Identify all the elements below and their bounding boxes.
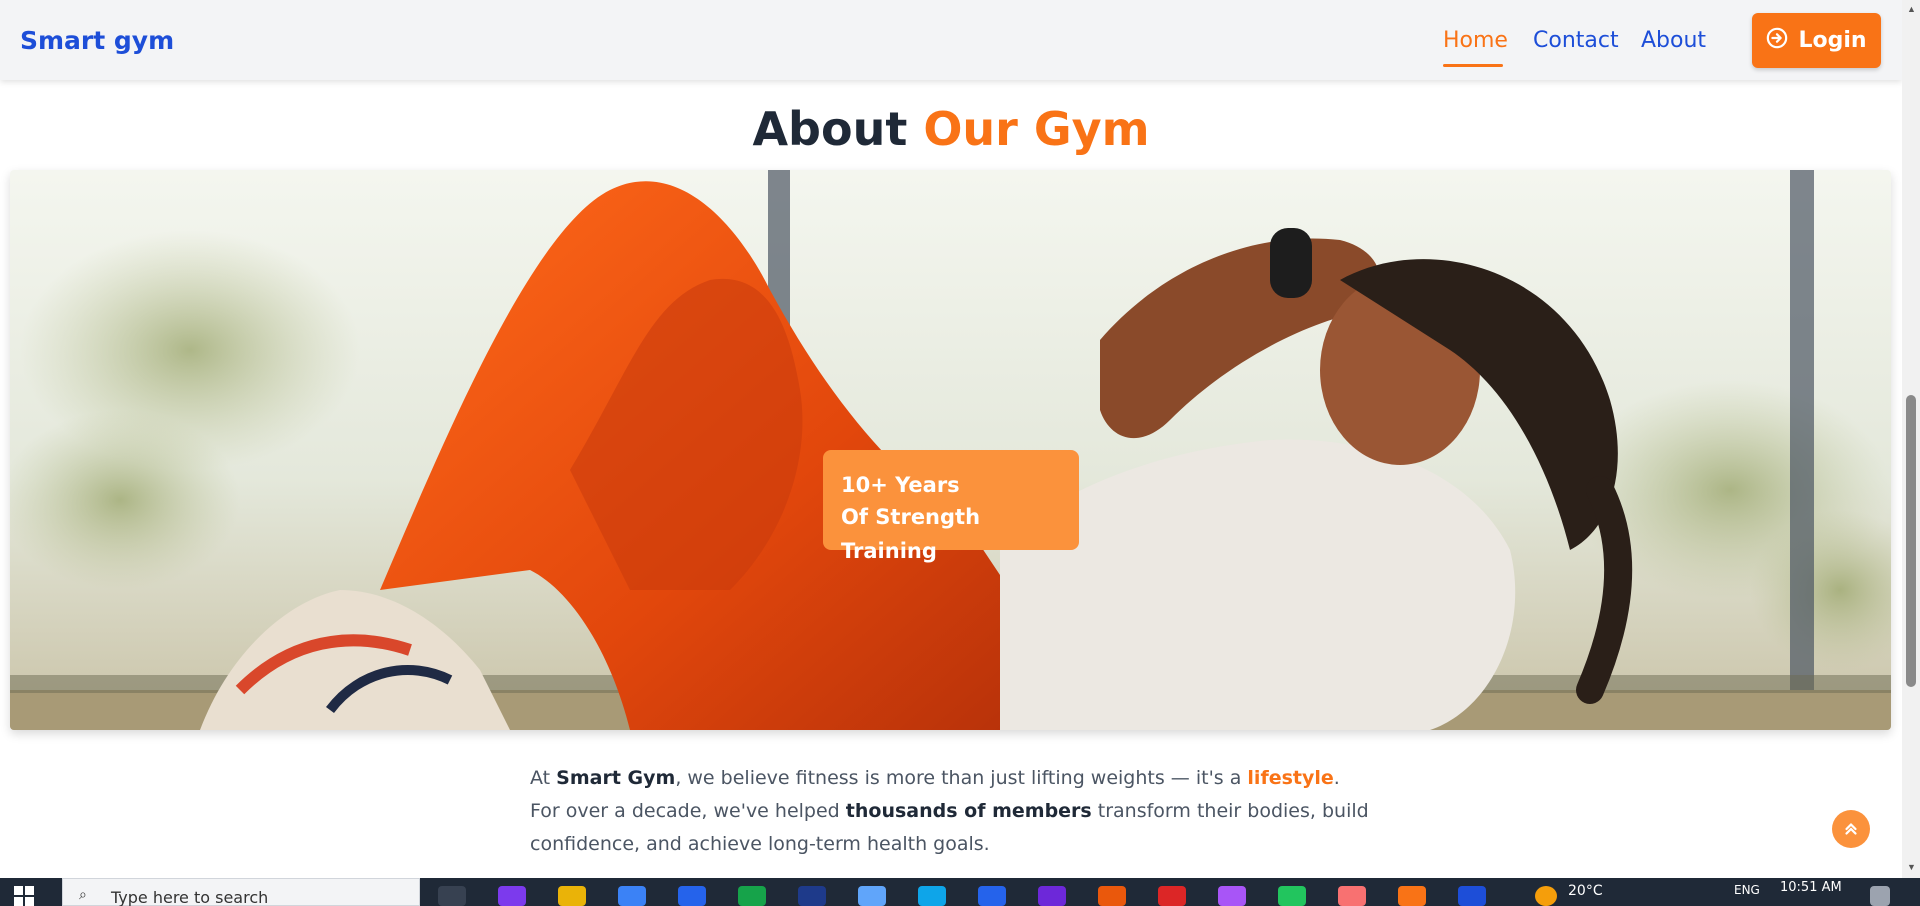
navbar: Smart gym Home Contact About Login	[0, 0, 1902, 80]
para-bold-brand: Smart Gym	[556, 767, 676, 789]
section-title-part2: Our Gym	[923, 102, 1150, 156]
edge-icon[interactable]	[918, 886, 946, 906]
para-text: At	[530, 767, 557, 789]
double-chevron-up-icon	[1845, 823, 1857, 835]
brand-logo[interactable]: Smart gym	[20, 26, 174, 55]
badge-line2: Of Strength Training	[841, 505, 981, 563]
para-highlight: lifestyle	[1247, 767, 1334, 789]
taskbar-search-input[interactable]: ⌕ Type here to search	[62, 878, 420, 906]
section-title-part1: About	[752, 102, 908, 156]
about-paragraph: At Smart Gym, we believe fitness is more…	[530, 762, 1370, 861]
whatsapp-icon[interactable]	[1278, 886, 1306, 906]
app-icon[interactable]	[1338, 886, 1366, 906]
clock-time[interactable]: 10:51 AM	[1780, 880, 1842, 895]
chrome-icon[interactable]	[1158, 886, 1186, 906]
task-view-icon[interactable]	[438, 886, 466, 906]
para-text: , we believe fitness is more than just l…	[675, 767, 1248, 789]
app-icon[interactable]	[798, 886, 826, 906]
language-indicator[interactable]: ENG	[1734, 883, 1760, 897]
copilot-icon[interactable]	[498, 886, 526, 906]
brave-icon[interactable]	[1098, 886, 1126, 906]
login-icon	[1766, 27, 1788, 55]
search-icon: ⌕	[79, 886, 87, 902]
scroll-to-top-button[interactable]	[1832, 810, 1870, 848]
xampp-icon[interactable]	[1398, 886, 1426, 906]
taskbar: ⌕ Type here to search 20°C ENG 10:51 AM	[0, 878, 1920, 906]
app-icon[interactable]	[858, 886, 886, 906]
page: Smart gym Home Contact About Login About…	[0, 0, 1902, 878]
app-icon[interactable]	[1038, 886, 1066, 906]
para-bold-members: thousands of members	[845, 800, 1092, 822]
file-explorer-icon[interactable]	[558, 886, 586, 906]
vscode-icon[interactable]	[978, 886, 1006, 906]
word-icon[interactable]	[1458, 886, 1486, 906]
login-label: Login	[1798, 28, 1867, 53]
experience-badge: 10+ Years Of Strength Training	[823, 450, 1079, 563]
weather-icon[interactable]	[1535, 886, 1557, 906]
notifications-icon[interactable]	[1870, 886, 1890, 906]
badge-line1: 10+ Years	[841, 473, 960, 497]
weather-temp[interactable]: 20°C	[1568, 883, 1603, 899]
store-icon[interactable]	[618, 886, 646, 906]
nav-active-indicator	[1443, 64, 1503, 67]
nav-link-about[interactable]: About	[1641, 28, 1706, 53]
nav-link-contact[interactable]: Contact	[1533, 28, 1619, 53]
page-scrollbar[interactable]: ▲ ▼	[1902, 0, 1920, 878]
login-button[interactable]: Login	[1752, 13, 1881, 68]
taskbar-search-placeholder: Type here to search	[111, 888, 269, 906]
scroll-up-arrow-icon[interactable]: ▲	[1907, 4, 1916, 14]
app-icon[interactable]	[738, 886, 766, 906]
hero-image: 10+ Years Of Strength Training	[10, 170, 1891, 730]
nav-link-home[interactable]: Home	[1443, 28, 1508, 53]
scrollbar-thumb[interactable]	[1906, 395, 1916, 687]
windows-start-icon[interactable]	[14, 886, 34, 906]
outlook-icon[interactable]	[678, 886, 706, 906]
section-title: About Our Gym	[0, 102, 1902, 156]
scroll-down-arrow-icon[interactable]: ▼	[1907, 862, 1916, 872]
figma-icon[interactable]	[1218, 886, 1246, 906]
